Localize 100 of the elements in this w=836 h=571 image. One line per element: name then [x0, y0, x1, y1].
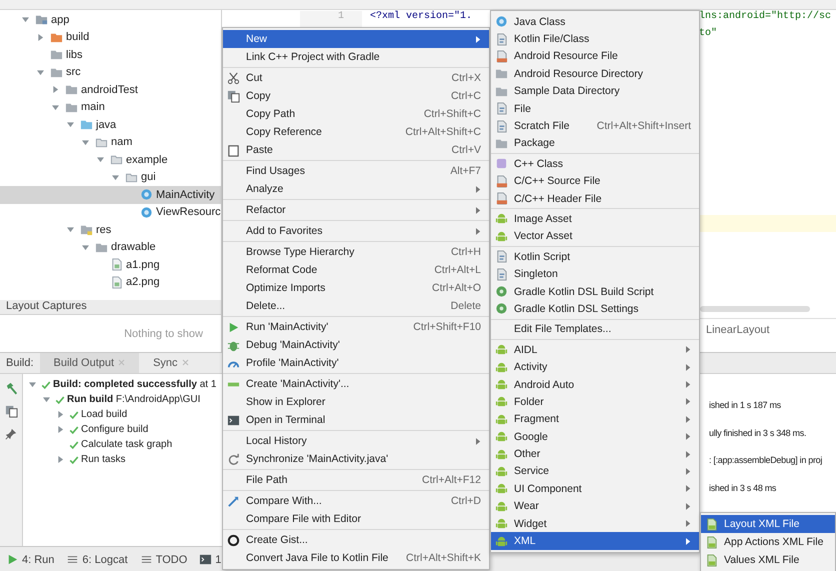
build-step[interactable]: Run build F:\AndroidApp\GUI: [23, 392, 200, 407]
menu-item[interactable]: Create Gist...: [223, 531, 489, 549]
menu-item[interactable]: Image Asset: [491, 210, 699, 228]
expand-arrow-icon[interactable]: [52, 86, 59, 94]
tool-window-button[interactable]: 1: [199, 553, 222, 566]
menu-item[interactable]: Fragment: [491, 410, 699, 428]
menu-item[interactable]: Delete... Delete: [223, 297, 489, 315]
menu-item[interactable]: Profile 'MainActivity': [223, 354, 489, 372]
menu-item[interactable]: Cut Ctrl+X: [223, 69, 489, 87]
expand-arrow-icon[interactable]: [57, 426, 64, 433]
menu-item[interactable]: File: [491, 100, 699, 118]
tree-item[interactable]: main: [0, 98, 221, 116]
collapse-arrow-icon[interactable]: [82, 138, 89, 146]
menu-item[interactable]: Compare File with Editor: [223, 510, 489, 528]
menu-item[interactable]: Package: [491, 134, 699, 152]
build-step[interactable]: Configure build: [23, 422, 148, 437]
collapse-arrow-icon[interactable]: [29, 381, 36, 388]
collapse-arrow-icon[interactable]: [82, 244, 89, 251]
menu-item[interactable]: Optimize Imports Ctrl+Alt+O: [223, 279, 489, 297]
menu-item[interactable]: Android Auto: [491, 376, 699, 394]
menu-item[interactable]: Java Class: [491, 13, 699, 30]
expand-arrow-icon[interactable]: [57, 411, 64, 418]
menu-item[interactable]: Android Resource File: [491, 48, 699, 66]
tree-item[interactable]: gui: [0, 168, 221, 186]
tree-item[interactable]: MainActivity: [0, 186, 221, 204]
menu-item[interactable]: New: [223, 30, 489, 48]
collapse-arrow-icon[interactable]: [52, 104, 59, 111]
tree-item[interactable]: drawable: [0, 238, 221, 256]
menu-item[interactable]: Kotlin Script: [491, 248, 699, 266]
menu-item[interactable]: Values XML File: [701, 551, 835, 569]
menu-item[interactable]: Vector Asset: [491, 228, 699, 246]
tree-item[interactable]: ViewResourc: [0, 204, 221, 221]
tool-window-button[interactable]: 6: Logcat: [66, 553, 128, 566]
build-step[interactable]: Run tasks: [23, 452, 126, 467]
menu-item[interactable]: Copy Ctrl+C: [223, 87, 489, 105]
hammer-icon[interactable]: [4, 382, 18, 395]
menu-item[interactable]: Sample Data Directory: [491, 82, 699, 100]
tree-item[interactable]: src: [0, 64, 221, 81]
build-step[interactable]: Calculate task graph: [23, 437, 172, 452]
expand-arrow-icon[interactable]: [37, 34, 44, 41]
collapse-arrow-icon[interactable]: [112, 174, 119, 181]
menu-item[interactable]: Activity: [491, 358, 699, 376]
menu-item[interactable]: Find Usages Alt+F7: [223, 162, 489, 180]
menu-item[interactable]: Google: [491, 428, 699, 446]
menu-item[interactable]: Folder: [491, 393, 699, 411]
menu-item[interactable]: Wear: [491, 498, 699, 515]
menu-item[interactable]: Copy Path Ctrl+Shift+C: [223, 105, 489, 123]
menu-item[interactable]: C/C++ Header File: [491, 190, 699, 208]
menu-item[interactable]: Open in Terminal: [223, 411, 489, 429]
menu-item[interactable]: Debug 'MainActivity': [223, 336, 489, 354]
menu-item[interactable]: App Actions XML File: [701, 533, 835, 551]
collapse-arrow-icon[interactable]: [97, 156, 104, 164]
tree-item[interactable]: build: [0, 28, 221, 46]
menu-item[interactable]: Scratch File Ctrl+Alt+Shift+Insert: [491, 117, 699, 135]
tree-item[interactable]: res: [0, 221, 221, 238]
menu-item[interactable]: Analyze: [223, 180, 489, 198]
menu-item[interactable]: Compare With... Ctrl+D: [223, 492, 489, 510]
menu-item[interactable]: Run 'MainActivity' Ctrl+Shift+F10: [223, 318, 489, 336]
tab[interactable]: Build Output: [40, 353, 140, 373]
collapse-arrow-icon[interactable]: [37, 68, 44, 76]
menu-item[interactable]: Refactor: [223, 201, 489, 219]
collapse-arrow-icon[interactable]: [67, 121, 74, 128]
menu-item[interactable]: Layout XML File: [701, 515, 835, 533]
menu-item[interactable]: Copy Reference Ctrl+Alt+Shift+C: [223, 123, 489, 141]
menu-item[interactable]: Kotlin File/Class: [491, 30, 699, 48]
menu-item[interactable]: Create 'MainActivity'...: [223, 375, 489, 393]
menu-item[interactable]: Add to Favorites: [223, 222, 489, 240]
pin-icon[interactable]: [5, 428, 17, 440]
menu-item[interactable]: UI Component: [491, 480, 699, 498]
tree-item[interactable]: example: [0, 151, 221, 168]
tree-item[interactable]: androidTest: [0, 81, 221, 98]
menu-item[interactable]: Show in Explorer: [223, 393, 489, 411]
menu-item[interactable]: Edit File Templates...: [491, 320, 699, 338]
menu-item[interactable]: Widget: [491, 514, 699, 532]
menu-item[interactable]: C/C++ Source File: [491, 172, 699, 190]
expand-arrow-icon[interactable]: [57, 456, 64, 463]
menu-item[interactable]: File Path Ctrl+Alt+F12: [223, 471, 489, 489]
collapse-arrow-icon[interactable]: [22, 16, 29, 24]
menu-item[interactable]: Paste Ctrl+V: [223, 141, 489, 159]
menu-item[interactable]: Android Resource Directory: [491, 65, 699, 83]
collapse-arrow-icon[interactable]: [67, 226, 74, 234]
breadcrumb[interactable]: LinearLayout: [706, 324, 770, 336]
tree-item[interactable]: java: [0, 116, 221, 134]
tab[interactable]: Sync: [139, 353, 203, 373]
build-step[interactable]: Load build: [23, 407, 128, 422]
menu-item[interactable]: Service: [491, 462, 699, 480]
menu-item[interactable]: Gradle Kotlin DSL Settings: [491, 300, 699, 318]
menu-item[interactable]: C++ Class: [491, 155, 699, 173]
build-step[interactable]: Build: completed successfully at 1: [23, 377, 216, 392]
menu-item[interactable]: Convert Java File to Kotlin File Ctrl+Alt+Shift+K: [223, 549, 489, 567]
menu-item[interactable]: Gradle Kotlin DSL Build Script: [491, 282, 699, 300]
tree-item[interactable]: a2.png: [0, 274, 221, 291]
tree-item[interactable]: a1.png: [0, 256, 221, 274]
menu-item[interactable]: Other: [491, 445, 699, 463]
menu-item[interactable]: Singleton: [491, 265, 699, 283]
tree-item[interactable]: nam: [0, 134, 221, 151]
tool-window-button[interactable]: 4: Run: [6, 553, 54, 566]
tree-item[interactable]: libs: [0, 46, 221, 64]
scrollbar[interactable]: [700, 306, 810, 312]
menu-item[interactable]: Browse Type Hierarchy Ctrl+H: [223, 243, 489, 261]
